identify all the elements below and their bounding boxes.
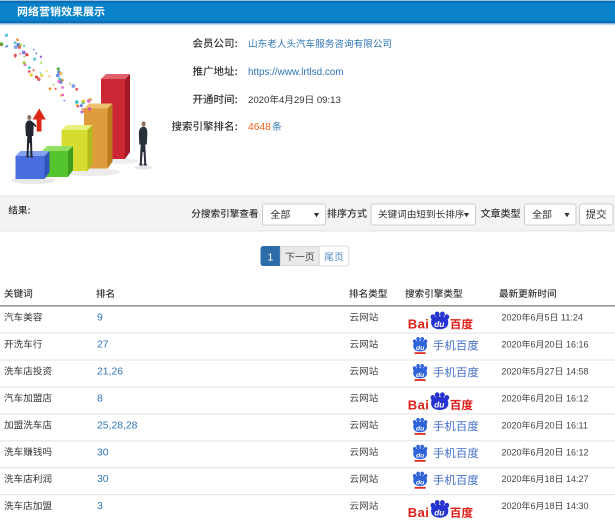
svg-text:Bai: Bai [408,397,429,412]
svg-text:6: 6 [531,474,536,484]
svg-text:20: 20 [545,393,555,403]
svg-text:du: du [416,372,425,379]
svg-text:6: 6 [531,447,536,457]
svg-text:du: du [416,426,425,433]
svg-text:14:27: 14:27 [566,474,589,484]
svg-text:16:16: 16:16 [566,340,589,350]
svg-text:2020: 2020 [502,313,522,323]
svg-text:2020: 2020 [502,393,522,403]
svg-text:2020: 2020 [502,366,522,376]
svg-text:27: 27 [545,366,555,376]
svg-text:16:12: 16:12 [566,393,589,403]
svg-text:https://www.lrtlsd.com: https://www.lrtlsd.com [248,67,343,78]
svg-text:2020: 2020 [502,447,522,457]
svg-text:6: 6 [531,420,536,430]
svg-text:du: du [416,453,425,460]
svg-text:du: du [416,480,425,487]
svg-text:2020: 2020 [248,95,269,106]
svg-text:14:58: 14:58 [566,366,589,376]
svg-text:09:13: 09:13 [317,95,341,106]
svg-text:9: 9 [97,313,103,324]
svg-text:18: 18 [545,501,555,511]
svg-text:5: 5 [531,366,536,376]
svg-text:29: 29 [294,95,305,106]
svg-text:21,26: 21,26 [97,366,123,377]
svg-text:2020: 2020 [502,340,522,350]
svg-text::: : [235,121,239,133]
svg-text:2020: 2020 [502,501,522,511]
svg-text:du: du [416,345,425,352]
svg-text:27: 27 [97,340,109,351]
svg-text:20: 20 [545,340,555,350]
svg-text:6: 6 [531,340,536,350]
svg-text:16:11: 16:11 [566,420,588,430]
svg-text:18: 18 [545,474,555,484]
svg-text:du: du [434,507,444,517]
svg-text:30: 30 [97,447,109,458]
svg-text:6: 6 [531,313,536,323]
svg-text:4: 4 [279,95,285,106]
svg-text:8: 8 [97,393,103,404]
svg-text:Bai: Bai [408,317,429,332]
svg-text:20: 20 [545,447,555,457]
svg-text:14:30: 14:30 [566,501,589,511]
svg-text:25,28,28: 25,28,28 [97,420,138,431]
svg-text:1: 1 [267,251,273,263]
svg-text:du: du [434,319,444,329]
svg-text:3: 3 [97,501,103,512]
svg-text:30: 30 [97,474,109,485]
svg-text::: : [235,38,239,50]
svg-text::: : [28,206,31,217]
svg-text:Bai: Bai [408,505,429,520]
svg-text:20: 20 [545,420,555,430]
svg-text:du: du [434,400,444,410]
svg-text:11:24: 11:24 [561,313,583,323]
svg-text:2020: 2020 [502,420,522,430]
svg-text:16:12: 16:12 [566,447,589,457]
svg-text:2020: 2020 [502,474,522,484]
svg-text:5: 5 [545,313,550,323]
svg-text::: : [235,94,239,106]
svg-text:6: 6 [531,393,536,403]
svg-text::: : [235,66,239,78]
svg-text:4648: 4648 [248,122,271,133]
svg-text:6: 6 [531,501,536,511]
